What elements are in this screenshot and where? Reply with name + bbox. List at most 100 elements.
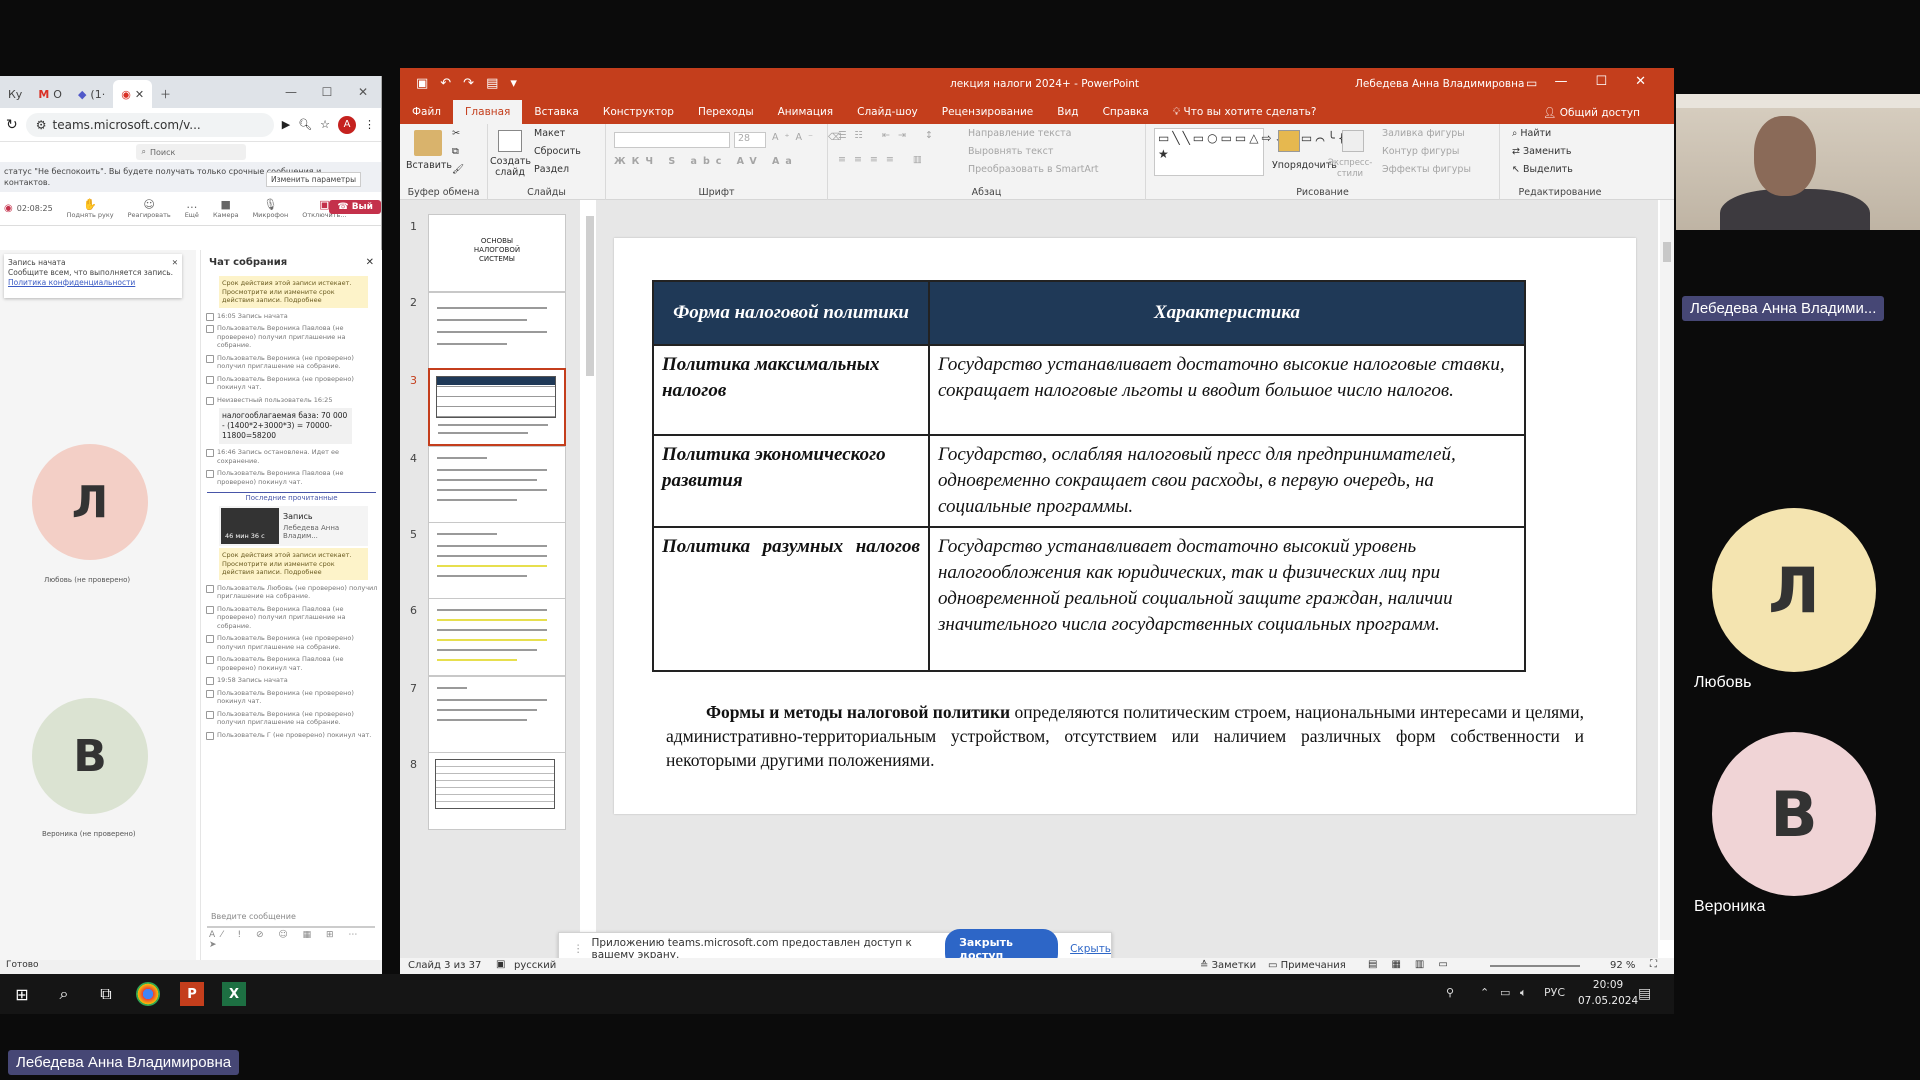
search-icon[interactable]: ⌕: [52, 982, 76, 1006]
shape-outline-button[interactable]: Контур фигуры: [1382, 146, 1459, 157]
teams-search-input[interactable]: ⌕ Поиск: [135, 144, 246, 160]
slide-thumbnail-3[interactable]: [428, 368, 566, 446]
cut-icon[interactable]: ✂: [452, 128, 460, 139]
replace-button[interactable]: ⇄ Заменить: [1512, 146, 1571, 157]
slide-thumbnail-1[interactable]: ОСНОВЫ НАЛОГОВОЙ СИСТЕМЫ: [428, 214, 566, 292]
tab-design[interactable]: Конструктор: [591, 100, 686, 124]
close-tab-icon[interactable]: ✕: [135, 88, 144, 101]
comments-button[interactable]: ▭ Примечания: [1268, 960, 1346, 971]
copy-icon[interactable]: ⧉: [452, 146, 459, 157]
quick-styles-icon[interactable]: [1342, 130, 1364, 152]
quick-access-toolbar[interactable]: ▣↶↷▤▾: [416, 76, 529, 91]
format-painter-icon[interactable]: 🖌︎: [452, 164, 464, 175]
smartart-button[interactable]: Преобразовать в SmartArt: [968, 164, 1098, 175]
network-icon[interactable]: ▭: [1500, 986, 1510, 999]
input-language[interactable]: РУС: [1544, 986, 1565, 999]
editor-vertical-scrollbar[interactable]: [1660, 200, 1674, 940]
account-name[interactable]: Лебедева Анна Владимировна: [1355, 78, 1524, 90]
tab-help[interactable]: Справка: [1091, 100, 1161, 124]
paste-button[interactable]: Вставить: [406, 160, 452, 171]
align-buttons[interactable]: ≡≡≡≡ ▥: [838, 154, 930, 165]
task-view-icon[interactable]: ⧉: [94, 982, 118, 1006]
tab-insert[interactable]: Вставка: [522, 100, 591, 124]
camera-icon[interactable]: ▶: [282, 118, 290, 131]
font-size-select[interactable]: 28: [734, 132, 766, 148]
bookmark-star-icon[interactable]: ☆: [320, 118, 330, 131]
language-indicator[interactable]: русский: [514, 960, 556, 971]
view-buttons[interactable]: ▤▦▥▭: [1368, 959, 1462, 970]
fit-slide-icon[interactable]: ⛶: [1650, 959, 1657, 970]
tray-overflow-icon[interactable]: ⌃: [1480, 986, 1489, 999]
ribbon-display-icon[interactable]: ▭: [1526, 76, 1537, 90]
zoom-icon[interactable]: 🔍︎: [298, 118, 312, 131]
paste-icon[interactable]: [414, 130, 442, 156]
close-icon[interactable]: ✕: [172, 258, 178, 268]
people-icon[interactable]: ⚲: [1446, 986, 1454, 999]
react-button[interactable]: ☺ Реагировать: [128, 198, 171, 219]
leave-button[interactable]: ☎ Вый: [329, 200, 381, 214]
excel-icon[interactable]: X: [222, 982, 246, 1006]
privacy-link[interactable]: Политика конфиденциальности: [8, 278, 135, 287]
new-slide-button[interactable]: Создать слайд: [490, 156, 531, 178]
text-direction-button[interactable]: Направление текста: [968, 128, 1072, 139]
close-icon[interactable]: ✕: [345, 85, 381, 99]
font-format-buttons[interactable]: ЖКЧ S abc AV Aa: [614, 156, 798, 167]
find-button[interactable]: ⌕ Найти: [1512, 128, 1551, 139]
quick-styles-button[interactable]: Экспресс-стили: [1328, 158, 1372, 180]
shape-fill-button[interactable]: Заливка фигуры: [1382, 128, 1465, 139]
chat-message-input[interactable]: Введите сообщение: [207, 908, 375, 928]
tab-animations[interactable]: Анимация: [766, 100, 846, 124]
system-clock[interactable]: 20:09 07.05.2024: [1578, 977, 1638, 1009]
hide-notification-link[interactable]: Скрыть: [1070, 943, 1111, 955]
drag-handle-icon[interactable]: ⋮: [573, 943, 584, 955]
arrange-icon[interactable]: [1278, 130, 1300, 152]
tab-file[interactable]: Файл: [400, 100, 453, 124]
new-slide-icon[interactable]: [498, 130, 522, 152]
volume-icon[interactable]: 🔈︎: [1520, 986, 1527, 1000]
font-name-select[interactable]: [614, 132, 730, 148]
maximize-icon[interactable]: ☐: [309, 85, 345, 99]
browser-tab-gmail[interactable]: MО: [30, 80, 70, 108]
slide-thumbnail-8[interactable]: [428, 752, 566, 830]
select-button[interactable]: ↖ Выделить: [1512, 164, 1573, 175]
notes-button[interactable]: ≙ Заметки: [1200, 960, 1256, 971]
raise-hand-button[interactable]: ✋ Поднять руку: [67, 198, 114, 219]
powerpoint-icon[interactable]: P: [180, 982, 204, 1006]
chat-compose-toolbar[interactable]: A⁄ ! ⊘ ☺ ▦ ⊞ ⋯ ➤: [209, 930, 382, 950]
mic-button[interactable]: 🎙︎ Микрофон: [253, 198, 289, 219]
scroll-thumb[interactable]: [1663, 242, 1671, 262]
close-icon[interactable]: ✕: [366, 257, 374, 268]
layout-button[interactable]: Макет: [534, 128, 565, 139]
minimize-icon[interactable]: —: [273, 85, 309, 99]
browser-tab-1[interactable]: Ку: [0, 80, 30, 108]
current-slide[interactable]: Форма налоговой политики Характеристика …: [614, 238, 1636, 814]
camera-button[interactable]: ■ Камера: [213, 198, 239, 219]
recording-item[interactable]: 46 мин 36 с Запись Лебедева Анна Владим.…: [219, 506, 368, 546]
tab-home[interactable]: Главная: [453, 100, 523, 124]
reload-icon[interactable]: ↻: [6, 117, 18, 133]
slide-thumbnail-4[interactable]: [428, 446, 566, 524]
profile-avatar[interactable]: A: [338, 115, 356, 134]
list-buttons[interactable]: ☰☷ ⇤⇥ ↕: [838, 130, 941, 141]
share-button[interactable]: 👤︎ Общий доступ: [1543, 106, 1640, 119]
tell-me-search[interactable]: 💡︎ Что вы хотите сделать?: [1161, 100, 1329, 124]
spellcheck-icon[interactable]: ▣: [496, 959, 505, 970]
tab-transitions[interactable]: Переходы: [686, 100, 766, 124]
chat-message[interactable]: налогооблагаемая база: 70 000 - (1400*2+…: [219, 408, 352, 444]
browser-tab-recording[interactable]: ◉ ✕: [113, 80, 153, 108]
address-bar[interactable]: ⚙ teams.microsoft.com/v...: [25, 112, 274, 137]
tab-slideshow[interactable]: Слайд-шоу: [845, 100, 930, 124]
align-text-button[interactable]: Выровнять текст: [968, 146, 1053, 157]
windows-start-icon[interactable]: ⊞: [10, 982, 34, 1006]
chrome-icon[interactable]: [136, 982, 160, 1006]
reset-button[interactable]: Сбросить: [534, 146, 581, 157]
slide-thumbnail-5[interactable]: [428, 522, 566, 600]
site-settings-icon[interactable]: ⚙: [36, 118, 47, 132]
window-controls[interactable]: —☐✕: [1554, 74, 1674, 89]
notifications-icon[interactable]: ▤: [1638, 986, 1651, 1002]
new-tab-button[interactable]: ＋: [152, 80, 179, 108]
shapes-gallery[interactable]: ▭╲╲▭○▭▭△⇨⇩⬭▭⌒╰{}★: [1154, 128, 1356, 176]
tab-review[interactable]: Рецензирование: [930, 100, 1046, 124]
tab-view[interactable]: Вид: [1045, 100, 1090, 124]
slide-thumbnail-6[interactable]: [428, 598, 566, 676]
